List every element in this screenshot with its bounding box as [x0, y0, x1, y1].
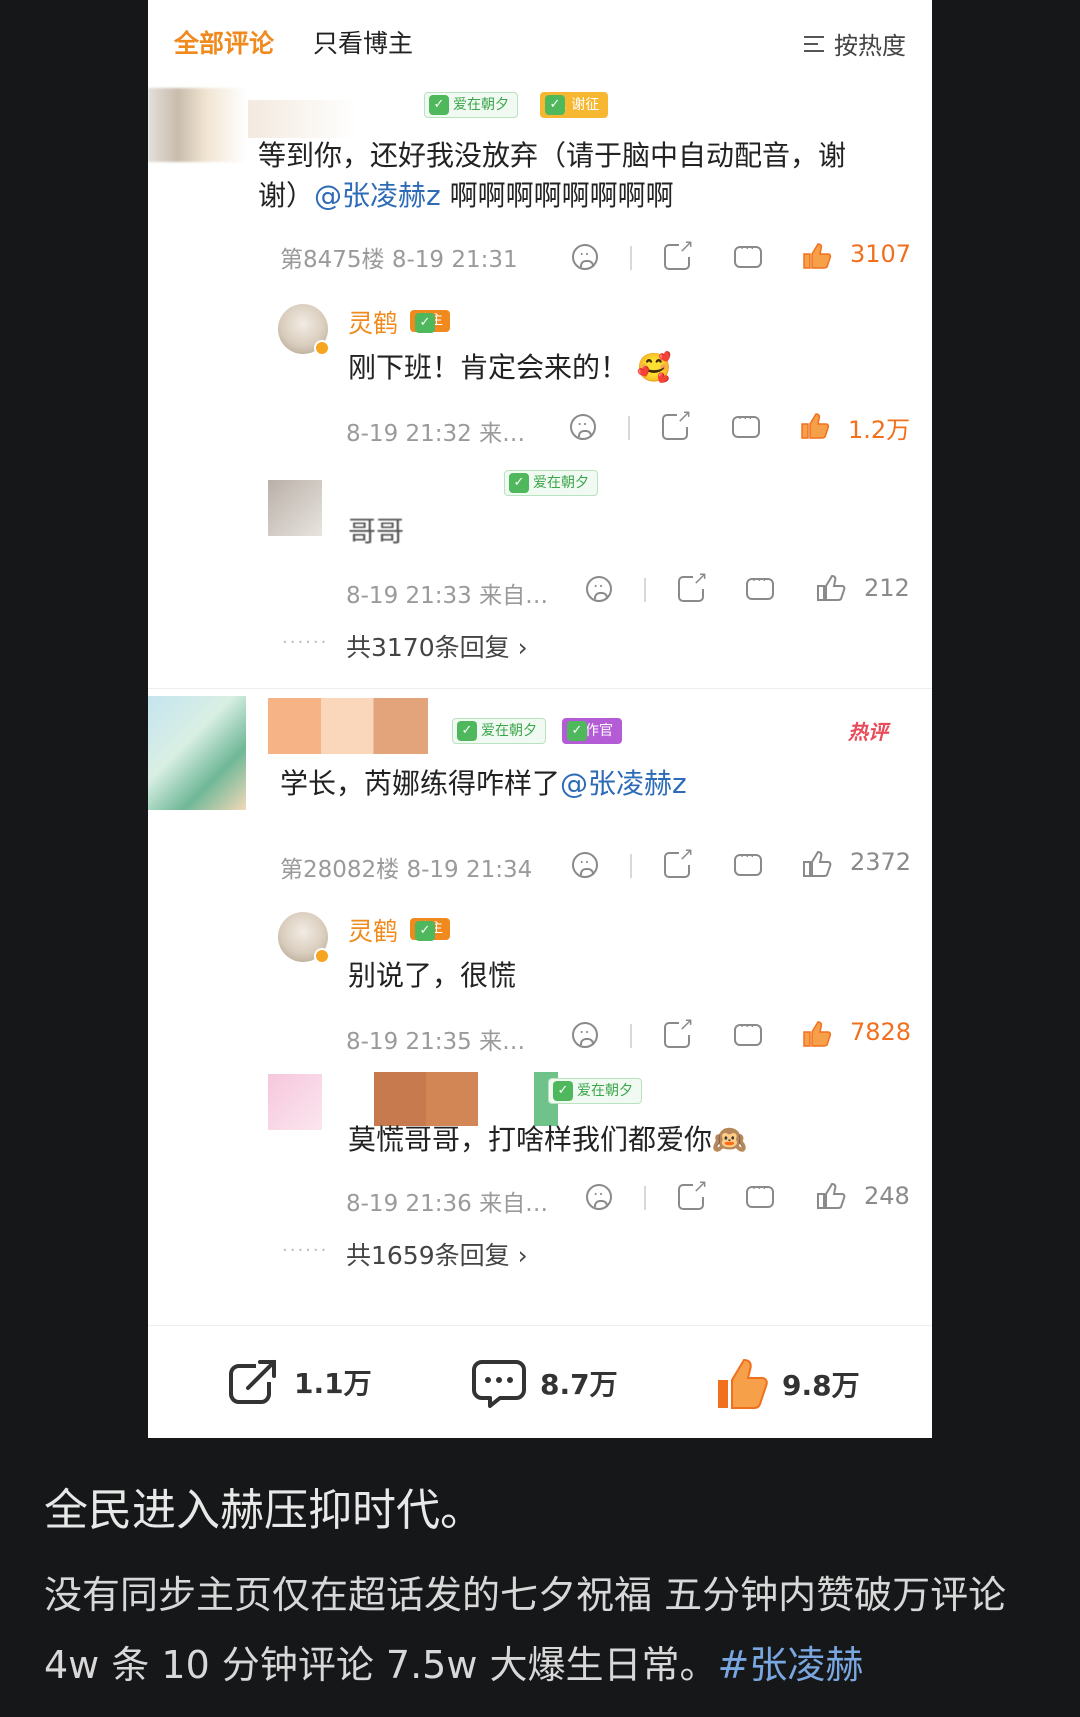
comment-icon[interactable] [732, 412, 760, 438]
more-replies-link[interactable]: 共3170条回复 › [346, 628, 528, 664]
sub-reply-text: 莫慌哥哥，打啥样我们都爱你🙉 [348, 1123, 747, 1156]
reply-text: 刚下班！肯定会来的！ 🥰 [348, 351, 672, 384]
dislike-icon[interactable] [570, 410, 596, 440]
dislike-icon[interactable] [572, 240, 598, 270]
reply-meta: 8-19 21:35 来… [346, 1029, 526, 1055]
share-icon[interactable] [664, 844, 694, 878]
separator [644, 1186, 646, 1210]
dislike-icon[interactable] [572, 848, 598, 878]
comment-icon[interactable] [746, 574, 774, 600]
bottom-action-bar: 1.1万 8.7万 9.8万 [148, 1325, 932, 1438]
level-badge: 11 谢征 [540, 92, 609, 118]
hashtag-link[interactable]: #张凌赫 [718, 1643, 864, 1687]
blurred-avatar [148, 88, 246, 162]
sort-by-hot-button[interactable]: 按热度 [804, 26, 906, 61]
sort-icon [804, 33, 828, 55]
blurred-avatar [268, 480, 322, 536]
hot-comment-tag: 热评 [848, 720, 888, 744]
blogger-badge: 博主 [410, 918, 451, 941]
like-count: 2372 [850, 848, 912, 876]
tab-blogger-only[interactable]: 只看博主 [313, 24, 413, 60]
comment-meta: 第28082楼 8-19 21:34 [280, 857, 533, 883]
like-icon[interactable] [802, 242, 832, 270]
comment-text: 等到你，还好我没放弃（请于脑中自动配音，谢谢）@张凌赫z 啊啊啊啊啊啊啊啊 [258, 139, 847, 212]
comment-tabs: 全部评论 只看博主 按热度 [148, 0, 932, 84]
emoji-icon: 🙉 [712, 1123, 747, 1156]
like-count: 1.2万 [848, 416, 911, 444]
like-count: 248 [864, 1182, 910, 1210]
like-count: 7828 [850, 1018, 912, 1046]
share-button[interactable]: 1.1万 [228, 1358, 372, 1406]
mention-link[interactable]: @张凌赫z [314, 179, 441, 212]
blurred-avatar [148, 696, 246, 810]
fan-badge: 爱在朝夕 [452, 718, 546, 744]
comment-meta: 第8475楼 8-19 21:31 [280, 247, 518, 273]
share-icon[interactable] [678, 1176, 708, 1210]
caption-title: 全民进入赫压抑时代。 [44, 1485, 484, 1536]
mention-link[interactable]: @张凌赫z [560, 767, 687, 800]
blurred-username [374, 1072, 478, 1126]
like-icon[interactable] [802, 850, 832, 878]
comment-panel: 全部评论 只看博主 按热度 爱在朝夕 11 谢征 等到你，还好我没放弃（请于脑中… [148, 0, 932, 1438]
dislike-icon[interactable] [586, 572, 612, 602]
emoji-icon: 🥰 [636, 351, 672, 384]
like-icon[interactable] [816, 574, 846, 602]
blurred-username [248, 100, 358, 138]
separator [644, 578, 646, 602]
more-replies-link[interactable]: 共1659条回复 › [346, 1236, 528, 1272]
like-count: 3107 [850, 240, 912, 268]
reply-text: 别说了，很慌 [348, 959, 517, 992]
separator [628, 416, 630, 440]
thread-dots: ······ [282, 632, 329, 653]
share-icon[interactable] [678, 568, 708, 602]
like-icon [718, 1358, 768, 1409]
dislike-icon[interactable] [572, 1018, 598, 1048]
verified-icon [314, 340, 330, 356]
like-icon[interactable] [816, 1182, 846, 1210]
fan-badge: 爱在朝夕 [548, 1078, 642, 1104]
comment-icon[interactable] [734, 850, 762, 876]
reply-username[interactable]: 灵鹤 [348, 912, 398, 948]
fan-badge: 爱在朝夕 [504, 470, 598, 496]
share-icon[interactable] [664, 236, 694, 270]
fan-badge: 爱在朝夕 [424, 92, 518, 118]
like-button[interactable]: 9.8万 [716, 1358, 860, 1410]
like-icon[interactable] [802, 1020, 832, 1048]
like-count: 212 [864, 574, 910, 602]
sort-label: 按热度 [834, 32, 906, 60]
dislike-icon[interactable] [586, 1180, 612, 1210]
comment-count: 8.7万 [540, 1368, 618, 1401]
separator [630, 1024, 632, 1048]
share-count: 1.1万 [294, 1367, 372, 1400]
comment-icon[interactable] [746, 1182, 774, 1208]
separator [630, 854, 632, 878]
comment-icon [472, 1360, 526, 1408]
divider [148, 688, 932, 689]
share-icon [229, 1358, 280, 1404]
blurred-username [268, 698, 428, 754]
comment-text: 学长，芮娜练得咋样了@张凌赫z [280, 767, 687, 800]
comment-icon[interactable] [734, 1020, 762, 1046]
blurred-avatar [268, 1074, 322, 1130]
share-icon[interactable] [662, 406, 692, 440]
like-count: 9.8万 [782, 1369, 860, 1402]
sub-reply-text: 哥哥 [348, 515, 405, 548]
share-icon[interactable] [664, 1014, 694, 1048]
verified-icon [314, 948, 330, 964]
like-icon[interactable] [800, 412, 830, 440]
reply-meta: 8-19 21:32 来… [346, 421, 526, 447]
blogger-badge: 博主 [410, 310, 451, 333]
sub-reply-meta: 8-19 21:36 来自… [346, 1191, 549, 1217]
caption-body: 没有同步主页仅在超话发的七夕祝福 五分钟内赞破万评论 4w 条 10 分钟评论 … [44, 1573, 1007, 1687]
creator-badge: 创作官 [562, 718, 622, 744]
sub-reply-meta: 8-19 21:33 来自… [346, 583, 549, 609]
avatar[interactable] [278, 304, 330, 356]
comment-button[interactable]: 8.7万 [472, 1358, 618, 1408]
tab-all-comments[interactable]: 全部评论 [174, 24, 274, 60]
avatar[interactable] [278, 912, 330, 964]
reply-username[interactable]: 灵鹤 [348, 304, 398, 340]
comment-icon[interactable] [734, 242, 762, 268]
thread-dots: ······ [282, 1240, 329, 1261]
separator [630, 246, 632, 270]
